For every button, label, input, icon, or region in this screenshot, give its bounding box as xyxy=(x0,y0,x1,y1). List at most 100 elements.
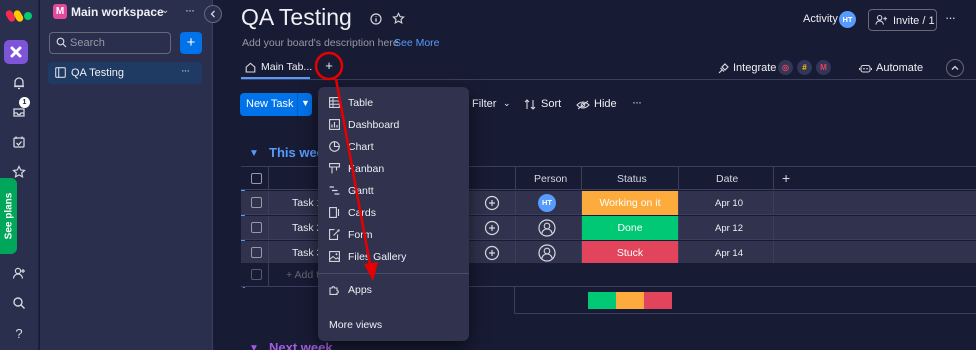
column-header-date[interactable]: Date xyxy=(716,173,738,185)
menu-item-label: Form xyxy=(348,229,373,241)
invite-members-icon[interactable] xyxy=(8,262,30,284)
menu-item-gantt[interactable]: Gantt xyxy=(318,180,469,202)
date-cell[interactable]: Apr 10 xyxy=(715,198,743,209)
sidebar-item-label: QA Testing xyxy=(71,67,124,79)
menu-item-label: Apps xyxy=(348,284,372,296)
person-placeholder-icon[interactable] xyxy=(538,244,556,262)
form-icon xyxy=(329,229,340,240)
row-checkbox[interactable] xyxy=(251,197,262,208)
status-badge[interactable]: Stuck xyxy=(582,241,678,265)
monday-logo[interactable] xyxy=(4,4,34,23)
menu-divider xyxy=(318,273,469,274)
invite-button[interactable]: Invite / 1 xyxy=(868,9,937,31)
collapse-sidebar-button[interactable] xyxy=(204,5,222,23)
add-update-icon[interactable] xyxy=(484,245,500,261)
battery-segment xyxy=(615,292,644,309)
sidebar-item-qa-testing[interactable]: QA Testing ··· xyxy=(48,62,202,84)
date-cell[interactable]: Apr 14 xyxy=(715,248,743,259)
date-cell[interactable]: Apr 12 xyxy=(715,223,743,234)
new-task-button[interactable]: New Task ▼ xyxy=(240,93,312,116)
search-input[interactable] xyxy=(70,35,166,51)
workspace-name[interactable]: Main workspace xyxy=(71,5,164,19)
new-task-label: New Task xyxy=(246,98,294,110)
apps-icon xyxy=(329,284,341,295)
column-header-status[interactable]: Status xyxy=(617,173,647,185)
person-placeholder-icon[interactable] xyxy=(538,219,556,237)
status-badge[interactable]: Done xyxy=(582,216,678,240)
menu-item-label: Files Gallery xyxy=(348,251,407,263)
battery-segment xyxy=(643,292,672,309)
workspace-sidebar: M Main workspace ⌄ ··· + QA Testing ··· xyxy=(40,0,213,350)
column-header-person[interactable]: Person xyxy=(534,173,567,185)
menu-item-kanban[interactable]: Kanban xyxy=(318,158,469,180)
help-icon[interactable]: ? xyxy=(8,322,30,344)
filter-button[interactable]: Filter xyxy=(472,98,496,110)
menu-item-label: Cards xyxy=(348,207,377,219)
collapse-header-button[interactable] xyxy=(946,59,964,77)
integrate-label: Integrate xyxy=(733,62,777,74)
invite-label: Invite / 1 xyxy=(893,15,935,27)
select-all-checkbox[interactable] xyxy=(251,173,262,184)
sort-button[interactable]: Sort xyxy=(541,98,561,110)
automate-label: Automate xyxy=(876,62,924,74)
add-update-icon[interactable] xyxy=(484,195,500,211)
menu-item-label: Gantt xyxy=(348,185,374,197)
row-checkbox[interactable] xyxy=(251,247,262,258)
activity-button[interactable]: Activity xyxy=(803,13,838,25)
group-collapse-icon[interactable]: ▼ xyxy=(249,343,259,350)
split-divider xyxy=(297,93,298,116)
battery-segment xyxy=(588,292,616,309)
table-icon xyxy=(329,97,340,108)
menu-item-apps[interactable]: Apps xyxy=(318,279,469,301)
avatar[interactable]: HT xyxy=(538,194,556,212)
chevron-down-icon[interactable]: ⌄ xyxy=(161,5,169,16)
add-task-input[interactable]: + Add t xyxy=(286,269,319,281)
menu-item-dashboard[interactable]: Dashboard xyxy=(318,114,469,136)
status-battery[interactable] xyxy=(588,292,672,309)
row-checkbox[interactable] xyxy=(251,222,262,233)
notifications-icon[interactable] xyxy=(8,72,30,94)
work-management-app-icon[interactable] xyxy=(4,40,28,64)
tabs-divider xyxy=(241,79,976,80)
star-icon[interactable] xyxy=(392,12,405,25)
tab-label: Main Tab... xyxy=(261,61,313,73)
menu-item-label: Kanban xyxy=(348,163,385,175)
chevron-down-icon[interactable]: ⌄ xyxy=(503,98,511,109)
integration-logo-icon: ◎ xyxy=(778,60,793,75)
group-title[interactable]: Next week xyxy=(269,340,333,350)
board-more-icon[interactable]: ··· xyxy=(945,10,956,25)
add-column-button[interactable]: + xyxy=(782,170,790,186)
group-collapse-icon[interactable]: ▼ xyxy=(249,148,259,159)
more-views-link[interactable]: More views xyxy=(329,319,382,331)
board-description[interactable]: Add your board's description here xyxy=(242,37,399,49)
board-more-icon[interactable]: ··· xyxy=(181,65,190,77)
status-badge[interactable]: Working on it xyxy=(582,191,678,215)
hide-button[interactable]: Hide xyxy=(594,98,617,110)
workspace-more-icon[interactable]: ··· xyxy=(185,3,195,17)
add-view-button[interactable]: + xyxy=(320,57,338,75)
menu-item-table[interactable]: Table xyxy=(318,92,469,114)
toolbar-more-icon[interactable]: ··· xyxy=(632,95,642,109)
sidebar-search[interactable] xyxy=(49,32,171,54)
integrate-icon xyxy=(717,62,730,75)
menu-item-files-gallery[interactable]: Files Gallery xyxy=(318,246,469,268)
see-plans-button[interactable]: See plans xyxy=(0,178,17,254)
page-title[interactable]: QA Testing xyxy=(241,4,352,31)
menu-item-chart[interactable]: Chart xyxy=(318,136,469,158)
search-icon[interactable] xyxy=(8,292,30,314)
board-icon xyxy=(55,67,66,78)
add-board-button[interactable]: + xyxy=(180,32,202,54)
row-checkbox xyxy=(251,269,262,280)
menu-item-cards[interactable]: Cards xyxy=(318,202,469,224)
chevron-down-icon[interactable]: ▼ xyxy=(301,98,310,108)
status-summary-row xyxy=(514,287,976,314)
add-update-icon[interactable] xyxy=(484,220,500,236)
info-icon[interactable] xyxy=(370,13,382,25)
menu-item-form[interactable]: Form xyxy=(318,224,469,246)
menu-item-label: Table xyxy=(348,97,374,109)
see-more-link[interactable]: See More xyxy=(394,37,440,49)
inbox-badge: 1 xyxy=(19,97,30,108)
kanban-icon xyxy=(329,163,340,174)
avatar[interactable]: HT xyxy=(839,11,856,28)
my-work-icon[interactable] xyxy=(8,131,30,153)
